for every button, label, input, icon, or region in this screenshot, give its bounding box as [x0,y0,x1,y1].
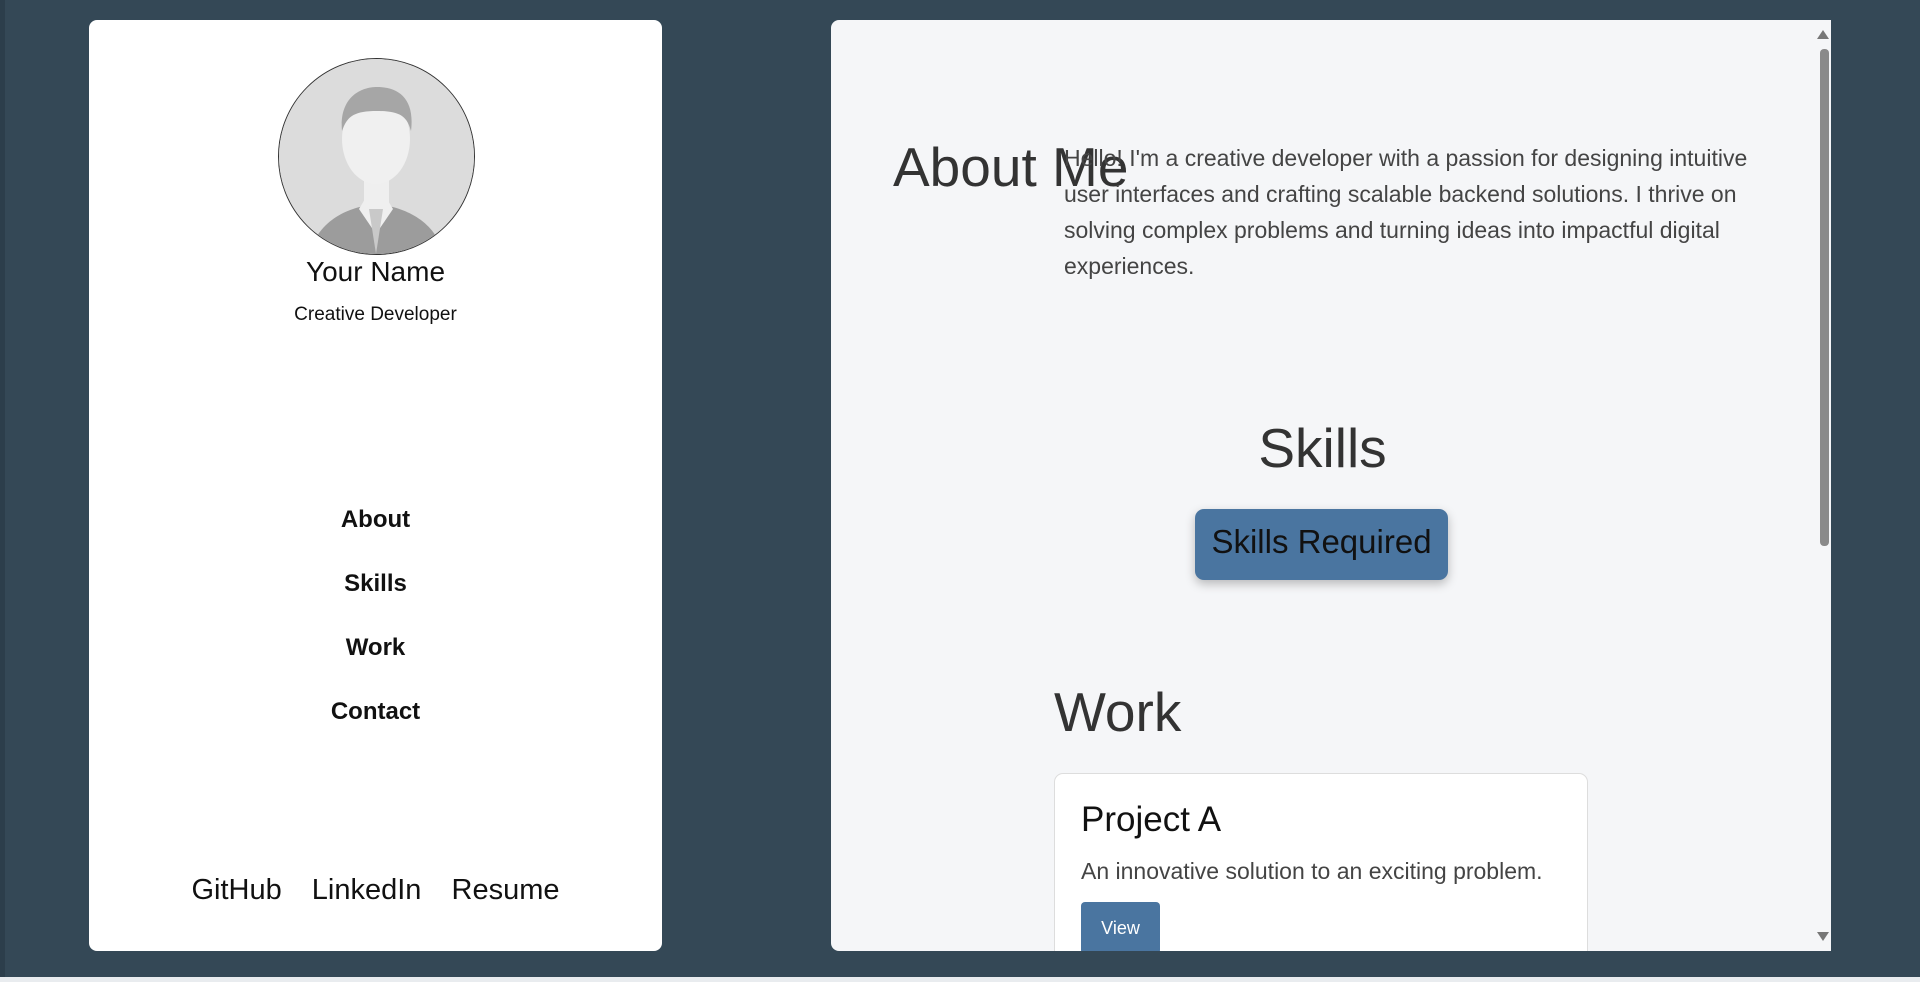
nav-item-work[interactable]: Work [89,616,662,680]
window-bottom-edge [0,977,1920,982]
nav-item-skills[interactable]: Skills [89,552,662,616]
scroll-thumb[interactable] [1820,49,1829,546]
project-description: An innovative solution to an exciting pr… [1081,858,1543,884]
nav-item-about[interactable]: About [89,488,662,552]
work-heading: Work [1054,681,1182,743]
skills-heading: Skills [1258,417,1387,479]
profile-name: Your Name [305,256,446,287]
social-links: GitHub LinkedIn Resume [89,874,662,907]
about-text: Hello! I'm a creative developer with a p… [1064,145,1748,279]
person-silhouette-icon [279,59,474,254]
window-left-edge [0,0,5,982]
github-link[interactable]: GitHub [191,874,281,906]
project-card: Project A An innovative solution to an e… [1054,773,1588,951]
profile-sidebar: Your Name Creative Developer About Skill… [89,20,662,951]
profile-role: Creative Developer [294,304,457,325]
avatar [278,58,475,255]
sidebar-nav: About Skills Work Contact [89,488,662,744]
scroll-up-arrow-icon[interactable] [1817,30,1829,39]
vertical-scrollbar[interactable] [1814,20,1831,951]
linkedin-link[interactable]: LinkedIn [312,874,422,906]
resume-link[interactable]: Resume [452,874,560,906]
skills-required-badge: Skills Required [1195,509,1448,580]
view-project-button[interactable]: View [1081,902,1160,951]
nav-item-contact[interactable]: Contact [89,680,662,744]
project-title: Project A [1081,800,1222,839]
scroll-down-arrow-icon[interactable] [1817,932,1829,941]
content-panel: About Me Hello! I'm a creative developer… [831,20,1831,951]
